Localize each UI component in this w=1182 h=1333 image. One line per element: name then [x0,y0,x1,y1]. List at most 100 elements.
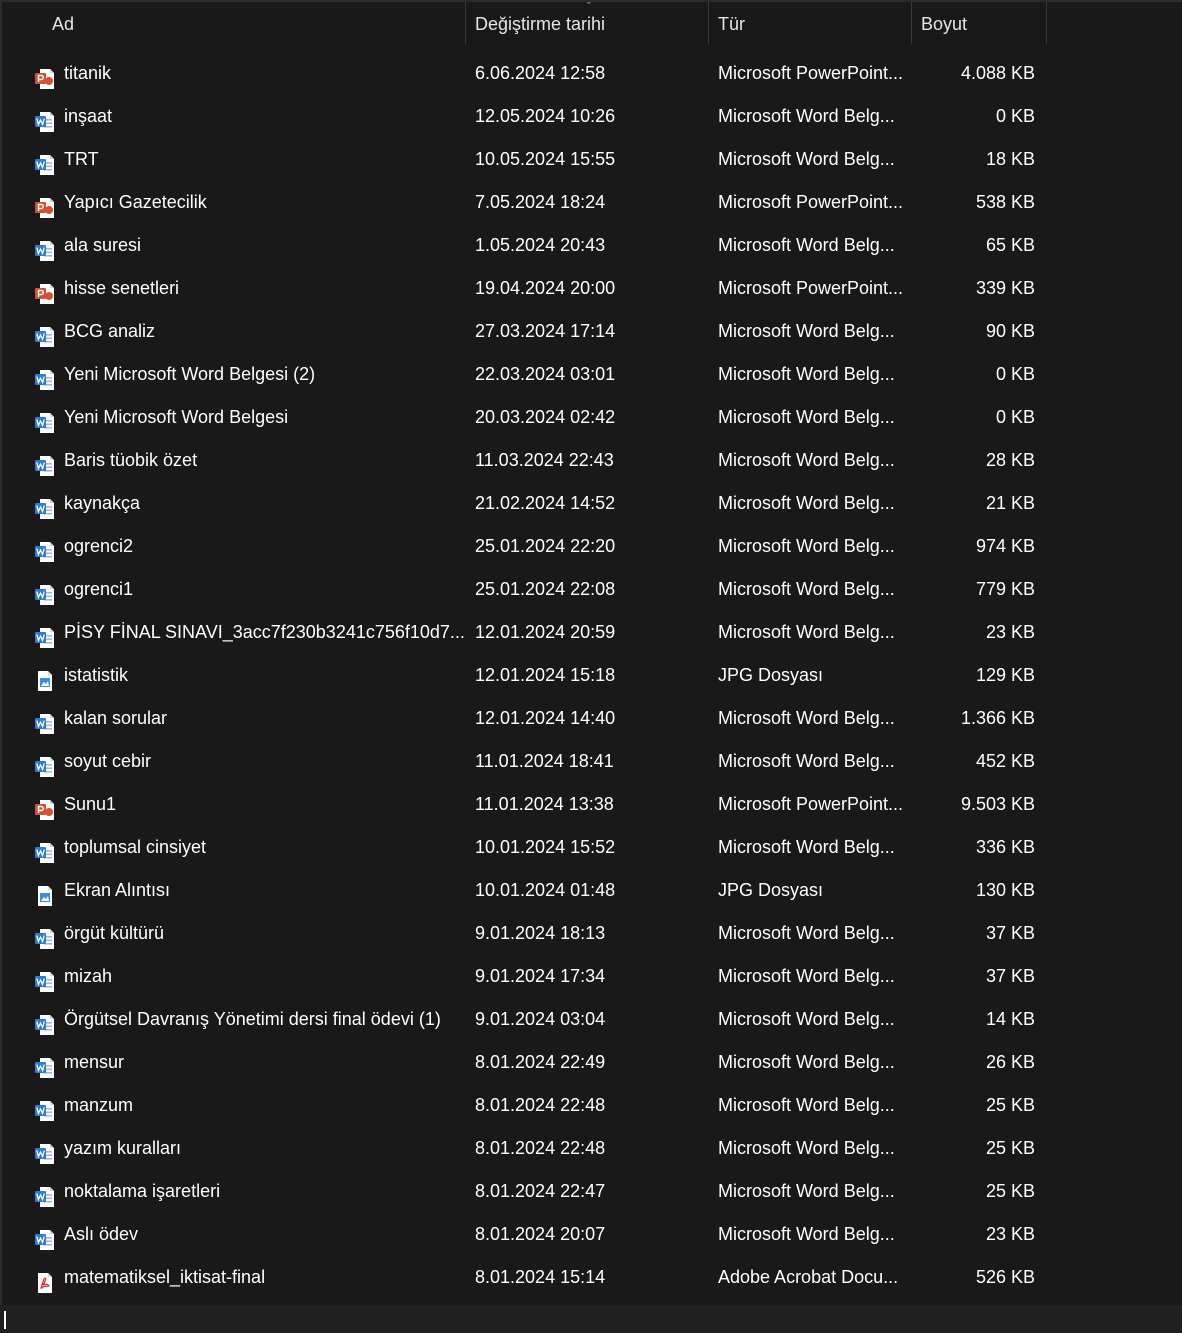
file-row[interactable]: noktalama işaretleri 8.01.2024 22:47 Micro… [4,1170,1182,1213]
file-size: 526 KB [975,1267,1035,1287]
file-row[interactable]: matematiksel_iktisat-final 8.01.2024 15:1… [4,1256,1182,1299]
word-icon [35,923,55,949]
file-row[interactable]: ala suresi 1.05.2024 20:43 Microsoft Word … [4,224,1182,267]
column-header-date[interactable]: Değiştirme tarihi [475,2,705,44]
file-type: Microsoft Word Belg... [718,235,895,255]
word-icon [35,1095,55,1121]
file-row[interactable]: Örgütsel Davranış Yönetimi dersi final ö… [4,998,1182,1041]
word-icon [35,235,55,261]
file-size: 21 KB [985,493,1035,513]
column-header-size[interactable]: Boyut [921,2,1045,44]
file-row[interactable]: hisse senetleri 19.04.2024 20:00 Microsoft… [4,267,1182,310]
file-row[interactable]: ogrenci2 25.01.2024 22:20 Microsoft Word B… [4,525,1182,568]
column-divider[interactable] [911,2,912,44]
file-name: Yapıcı Gazetecilik [64,192,207,212]
file-type: Microsoft Word Belg... [718,1224,895,1244]
file-modified-date: 9.01.2024 03:04 [475,1009,606,1029]
file-row[interactable]: kaynakça 21.02.2024 14:52 Microsoft Word B… [4,482,1182,525]
file-type: Microsoft PowerPoint... [718,192,904,212]
powerpoint-icon [35,278,55,304]
file-type: Microsoft Word Belg... [718,106,895,126]
file-size: 14 KB [985,1009,1035,1029]
word-icon [35,450,55,476]
powerpoint-icon [35,63,55,89]
file-type: Microsoft Word Belg... [718,321,895,341]
file-name: ala suresi [64,235,142,255]
file-size: 130 KB [975,880,1035,900]
file-row[interactable]: Baris tüobik özet 11.03.2024 22:43 Microso… [4,439,1182,482]
word-icon [35,837,55,863]
file-modified-date: 12.01.2024 14:40 [475,708,616,728]
file-name: Ekran Alıntısı [64,880,171,900]
file-type: Microsoft Word Belg... [718,1052,895,1072]
word-icon [35,1009,55,1035]
file-row[interactable]: BCG analiz 27.03.2024 17:14 Microsoft Word… [4,310,1182,353]
file-row[interactable]: toplumsal cinsiyet 10.01.2024 15:52 Micros… [4,826,1182,869]
file-list-view: Ad ˇ Değiştirme tarihi Tür Boyut titanik… [4,0,1182,1305]
word-icon [35,1224,55,1250]
word-icon [35,1052,55,1078]
file-type: Microsoft Word Belg... [718,579,895,599]
word-icon [35,966,55,992]
file-size: 336 KB [975,837,1035,857]
file-type: Microsoft Word Belg... [718,1009,895,1029]
file-modified-date: 6.06.2024 12:58 [475,63,606,83]
file-name: matematiksel_iktisat-final [64,1267,266,1287]
file-row[interactable]: TRT 10.05.2024 15:55 Microsoft Word Belg..… [4,138,1182,181]
file-modified-date: 9.01.2024 18:13 [475,923,606,943]
file-row[interactable]: Aslı ödev 8.01.2024 20:07 Microsoft Word B… [4,1213,1182,1256]
file-modified-date: 8.01.2024 20:07 [475,1224,606,1244]
status-bar [0,1305,1182,1333]
file-row[interactable]: titanik 6.06.2024 12:58 Microsoft PowerPoi… [4,52,1182,95]
file-row[interactable]: örgüt kültürü 9.01.2024 18:13 Microsoft Wo… [4,912,1182,955]
column-divider[interactable] [465,2,466,44]
file-name: hisse senetleri [64,278,180,298]
file-type: Microsoft Word Belg... [718,149,895,169]
file-name: Sunu1 [64,794,117,814]
column-header-type-label: Tür [718,14,745,34]
text-cursor [4,1311,6,1329]
column-header-name[interactable]: Ad [52,2,464,44]
file-row[interactable]: istatistik 12.01.2024 15:18 JPG Dosyası 129… [4,654,1182,697]
file-modified-date: 8.01.2024 22:47 [475,1181,606,1201]
word-icon [35,579,55,605]
file-row[interactable]: ogrenci1 25.01.2024 22:08 Microsoft Word B… [4,568,1182,611]
file-row[interactable]: soyut cebir 11.01.2024 18:41 Microsoft Wor… [4,740,1182,783]
file-size: 779 KB [975,579,1035,599]
file-row[interactable]: PİSY FİNAL SINAVI_3acc7f230b3241c756f10d… [4,611,1182,654]
file-row[interactable]: manzum 8.01.2024 22:48 Microsoft Word Belg… [4,1084,1182,1127]
file-row[interactable]: Sunu1 11.01.2024 13:38 Microsoft PowerPoin… [4,783,1182,826]
file-modified-date: 12.01.2024 20:59 [475,622,616,642]
file-name: manzum [64,1095,134,1115]
file-modified-date: 9.01.2024 17:34 [475,966,606,986]
file-name: kaynakça [64,493,141,513]
file-modified-date: 8.01.2024 22:49 [475,1052,606,1072]
column-header-type[interactable]: Tür [718,2,908,44]
file-row[interactable]: mizah 9.01.2024 17:34 Microsoft Word Belg.… [4,955,1182,998]
file-modified-date: 10.01.2024 15:52 [475,837,616,857]
column-divider[interactable] [1046,2,1047,44]
file-row[interactable]: inşaat 12.05.2024 10:26 Microsoft Word Bel… [4,95,1182,138]
file-size: 0 KB [995,106,1035,126]
file-row[interactable]: Yeni Microsoft Word Belgesi (2) 22.03.202… [4,353,1182,396]
file-modified-date: 19.04.2024 20:00 [475,278,616,298]
file-name: inşaat [64,106,113,126]
file-row[interactable]: Ekran Alıntısı 10.01.2024 01:48 JPG Dosyas… [4,869,1182,912]
column-divider[interactable] [708,2,709,44]
file-size: 0 KB [995,407,1035,427]
file-type: Microsoft Word Belg... [718,708,895,728]
file-modified-date: 8.01.2024 22:48 [475,1095,606,1115]
file-name: istatistik [64,665,129,685]
file-row[interactable]: Yeni Microsoft Word Belgesi 20.03.2024 02… [4,396,1182,439]
file-modified-date: 21.02.2024 14:52 [475,493,616,513]
file-modified-date: 22.03.2024 03:01 [475,364,616,384]
file-row[interactable]: mensur 8.01.2024 22:49 Microsoft Word Belg… [4,1041,1182,1084]
file-row[interactable]: Yapıcı Gazetecilik 7.05.2024 18:24 Microso… [4,181,1182,224]
file-type: Microsoft Word Belg... [718,751,895,771]
file-type: Microsoft PowerPoint... [718,63,904,83]
file-name: PİSY FİNAL SINAVI_3acc7f230b3241c756f10d… [64,622,464,642]
file-size: 23 KB [985,622,1035,642]
file-row[interactable]: kalan sorular 12.01.2024 14:40 Microsoft W… [4,697,1182,740]
file-row[interactable]: yazım kuralları 8.01.2024 22:48 Microsoft … [4,1127,1182,1170]
file-type: Microsoft Word Belg... [718,622,895,642]
